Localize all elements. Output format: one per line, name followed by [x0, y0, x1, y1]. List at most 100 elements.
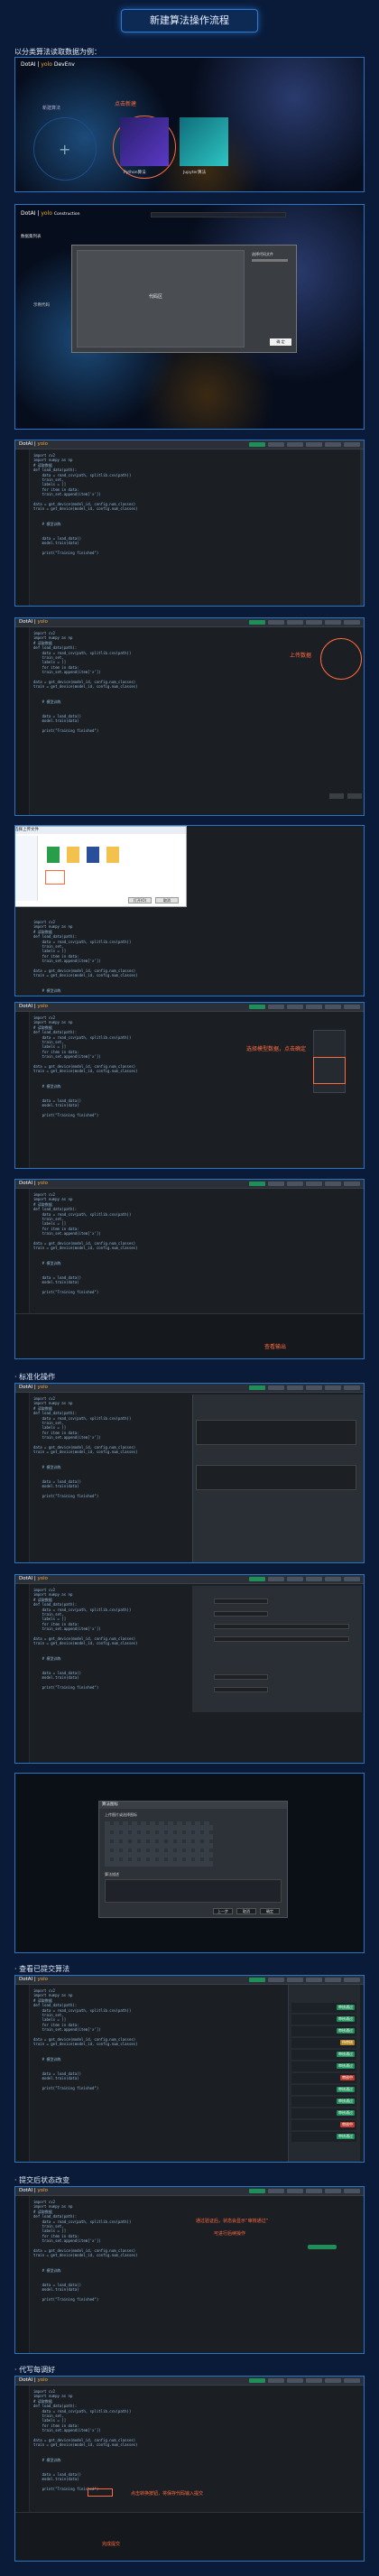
- upload-button[interactable]: [287, 1577, 303, 1581]
- form-field[interactable]: [214, 1674, 268, 1680]
- dataset-button[interactable]: [306, 442, 322, 447]
- dataset-button[interactable]: [306, 1181, 322, 1186]
- dataset-button[interactable]: [306, 1577, 322, 1581]
- form-field[interactable]: [214, 1611, 268, 1617]
- upload-button[interactable]: [287, 1005, 303, 1009]
- status-row[interactable]: 待审核: [291, 2038, 356, 2048]
- status-row[interactable]: 审核通过: [291, 2003, 356, 2013]
- dataset-button[interactable]: [306, 1385, 322, 1390]
- settings-button[interactable]: [344, 1385, 360, 1390]
- cancel-button[interactable]: 取消: [236, 1908, 256, 1914]
- upload-button[interactable]: [287, 442, 303, 447]
- settings-button[interactable]: [344, 1577, 360, 1581]
- save-button[interactable]: [268, 1385, 284, 1390]
- s4-cancel-button[interactable]: [347, 793, 362, 799]
- dataset-button[interactable]: [306, 1005, 322, 1009]
- submit-button[interactable]: [325, 1385, 341, 1390]
- s2-search-input[interactable]: [151, 212, 286, 218]
- upload-button[interactable]: [287, 1181, 303, 1186]
- code-editor[interactable]: import cv2 import numpy as np # 读取数据 def…: [33, 1192, 138, 1295]
- submit-button[interactable]: [325, 1577, 341, 1581]
- form-field[interactable]: [214, 1636, 349, 1642]
- save-button[interactable]: [268, 620, 284, 625]
- dataset-button[interactable]: [306, 1978, 322, 1982]
- plus-icon[interactable]: +: [59, 141, 70, 158]
- save-button[interactable]: [268, 1181, 284, 1186]
- dataset-button[interactable]: [306, 620, 322, 625]
- status-row[interactable]: 审核中: [291, 2120, 356, 2130]
- standardize-field-2[interactable]: [196, 1465, 356, 1490]
- dataset-button[interactable]: [306, 2189, 322, 2193]
- save-button[interactable]: [268, 2378, 284, 2383]
- submit-button[interactable]: [325, 1978, 341, 1982]
- save-button[interactable]: [268, 1577, 284, 1581]
- upload-button[interactable]: [287, 620, 303, 625]
- file-icon[interactable]: [87, 847, 99, 863]
- save-button[interactable]: [268, 442, 284, 447]
- status-row[interactable]: 审核通过: [291, 2062, 356, 2071]
- settings-button[interactable]: [344, 2189, 360, 2193]
- form-field[interactable]: [214, 1687, 268, 1692]
- s2-left-item[interactable]: 示例代码: [33, 302, 50, 308]
- status-row[interactable]: 审核通过: [291, 2026, 356, 2036]
- status-row[interactable]: 审核通过: [291, 2097, 356, 2107]
- code-editor[interactable]: import cv2 import numpy as np # 读取数据 def…: [33, 920, 138, 996]
- settings-button[interactable]: [344, 1005, 360, 1009]
- cancel-button[interactable]: 取消: [155, 897, 179, 903]
- scrollbar[interactable]: [360, 449, 364, 606]
- output-console[interactable]: [15, 2512, 364, 2561]
- dataset-button[interactable]: [306, 2378, 322, 2383]
- file-tree[interactable]: [15, 836, 38, 901]
- code-editor[interactable]: import cv2 import numpy as np # 读取数据 def…: [33, 1588, 138, 1691]
- code-editor[interactable]: import cv2 import numpy as np # 读取数据 def…: [33, 631, 138, 734]
- run-button[interactable]: [249, 1181, 265, 1186]
- code-editor[interactable]: import cv2 import numpy as np # 读取数据 def…: [33, 1015, 138, 1118]
- settings-button[interactable]: [344, 620, 360, 625]
- run-button[interactable]: [249, 1577, 265, 1581]
- open-button[interactable]: 打开(O): [128, 897, 152, 903]
- settings-button[interactable]: [344, 442, 360, 447]
- save-button[interactable]: [268, 1978, 284, 1982]
- status-row[interactable]: 审核通过: [291, 2015, 356, 2025]
- run-button[interactable]: [249, 1978, 265, 1982]
- run-button[interactable]: [249, 1005, 265, 1009]
- s4-confirm-button[interactable]: [329, 793, 344, 799]
- submit-button[interactable]: [325, 620, 341, 625]
- icon-grid[interactable]: [105, 1821, 213, 1867]
- code-editor[interactable]: import cv2 import numpy as np # 读取数据 def…: [33, 1396, 138, 1499]
- status-row[interactable]: 审核通过: [291, 2132, 356, 2142]
- form-field[interactable]: [214, 1624, 349, 1629]
- save-button[interactable]: [268, 2189, 284, 2193]
- icon-dialog-tab[interactable]: 上传图片或选择图标: [105, 1812, 137, 1818]
- output-console[interactable]: [15, 1313, 364, 1358]
- standardize-field-1[interactable]: [196, 1420, 356, 1445]
- upload-button[interactable]: [287, 2378, 303, 2383]
- settings-button[interactable]: [344, 2378, 360, 2383]
- run-button[interactable]: [249, 620, 265, 625]
- code-editor[interactable]: import cv2 import numpy as np # 读取数据 def…: [33, 2389, 138, 2492]
- upload-button[interactable]: [287, 1978, 303, 1982]
- code-editor[interactable]: import cv2 import numpy as np # 读取数据 def…: [33, 2200, 138, 2303]
- run-button[interactable]: [249, 2189, 265, 2193]
- submit-button[interactable]: [325, 442, 341, 447]
- s2-confirm-button[interactable]: 确 定: [270, 338, 291, 346]
- folder-icon[interactable]: [67, 847, 79, 863]
- submit-button[interactable]: [325, 1005, 341, 1009]
- description-textarea[interactable]: [105, 1879, 282, 1903]
- run-button[interactable]: [249, 1385, 265, 1390]
- upload-button[interactable]: [287, 2189, 303, 2193]
- jupyter-card[interactable]: [180, 117, 228, 166]
- status-row[interactable]: 审核通过: [291, 2108, 356, 2118]
- submit-button[interactable]: [325, 2378, 341, 2383]
- status-row[interactable]: 审核通过: [291, 2085, 356, 2095]
- python-card[interactable]: [120, 117, 169, 166]
- settings-button[interactable]: [344, 1978, 360, 1982]
- ok-button[interactable]: 确定: [260, 1908, 280, 1914]
- code-editor[interactable]: import cv2 import numpy as np # 读取数据 def…: [33, 453, 138, 556]
- submit-button[interactable]: [325, 1181, 341, 1186]
- save-button[interactable]: [268, 1005, 284, 1009]
- back-button[interactable]: 上一步: [213, 1908, 233, 1914]
- status-row[interactable]: 审核中: [291, 2073, 356, 2083]
- form-field[interactable]: [214, 1598, 268, 1604]
- settings-button[interactable]: [344, 1181, 360, 1186]
